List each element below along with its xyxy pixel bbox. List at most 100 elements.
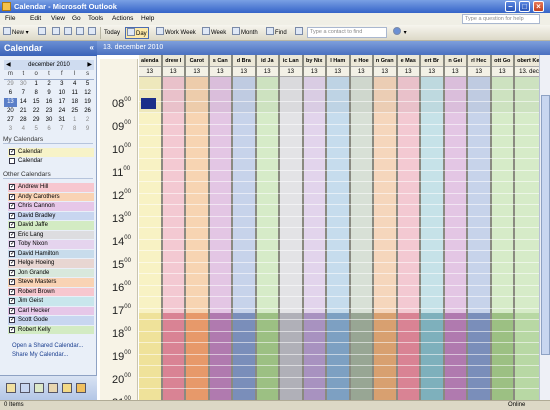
calendar-checkbox[interactable]: ✓ [9, 222, 15, 228]
after-hours-block[interactable] [233, 313, 255, 400]
calendar-checkbox[interactable]: ✓ [9, 250, 15, 257]
before-hours-block[interactable] [327, 77, 349, 113]
after-hours-block[interactable] [139, 313, 161, 400]
folder-list-icon[interactable] [76, 383, 86, 393]
calendar-list-item[interactable]: ✓ Helge Hoeing [8, 259, 94, 268]
mini-calendar-day[interactable]: 3 [55, 80, 68, 89]
column-owner-name[interactable]: ert Br [421, 55, 443, 67]
contact-search-input[interactable]: Type a contact to find [307, 27, 387, 38]
calendar-checkbox[interactable]: ✓ [9, 203, 15, 209]
calendar-checkbox[interactable]: ✓ [9, 260, 15, 266]
mini-calendar-day[interactable]: 2 [43, 80, 56, 89]
mini-calendar-day[interactable]: 13 [4, 98, 17, 107]
after-hours-block[interactable] [421, 313, 443, 400]
column-owner-name[interactable]: l Ham [327, 55, 349, 67]
calendar-checkbox[interactable]: ✓ [9, 288, 15, 295]
mini-calendar-day[interactable]: 21 [17, 107, 30, 116]
calendar-checkbox[interactable]: ✓ [9, 231, 15, 238]
after-hours-block[interactable] [162, 313, 184, 400]
mini-calendar-day[interactable]: 4 [68, 80, 81, 89]
before-hours-block[interactable] [186, 77, 208, 113]
before-hours-block[interactable] [162, 77, 184, 113]
mini-calendar-day[interactable]: 17 [55, 98, 68, 107]
new-button[interactable]: New ▾ [3, 27, 29, 39]
calendar-list-item[interactable]: ✓ Scott Gode [8, 316, 94, 325]
mini-calendar-day[interactable]: 27 [4, 116, 17, 125]
calendar-list-item[interactable]: ✓ Carl Hecker [8, 306, 94, 315]
mini-calendar-day[interactable]: 5 [30, 125, 43, 134]
calendar-list-item[interactable]: ✓ Calendar [8, 148, 94, 157]
mail-icon[interactable] [6, 383, 16, 393]
mini-calendar-day[interactable]: 19 [81, 98, 94, 107]
column-owner-name[interactable]: ott Go [491, 55, 513, 67]
calendar-list-item[interactable]: ✓ Eric Lang [8, 230, 94, 239]
mini-calendar-day[interactable]: 5 [81, 80, 94, 89]
calendar-list-item[interactable]: ✓ Andrew Hill [8, 183, 94, 192]
column-owner-name[interactable]: drew I [162, 55, 184, 67]
column-owner-name[interactable]: Carot [186, 55, 208, 67]
grid-button[interactable] [76, 27, 85, 39]
mini-calendar-day[interactable]: 22 [30, 107, 43, 116]
mini-calendar-day[interactable]: 1 [68, 116, 81, 125]
vertical-scrollbar[interactable] [539, 55, 550, 400]
before-hours-block[interactable] [209, 77, 231, 113]
before-hours-block[interactable] [233, 77, 255, 113]
mini-calendar-day[interactable]: 28 [17, 116, 30, 125]
calendar-checkbox[interactable]: ✓ [9, 298, 15, 304]
before-hours-block[interactable] [374, 77, 396, 113]
calendar-checkbox[interactable]: ✓ [9, 269, 15, 276]
delete-button[interactable] [64, 27, 73, 39]
calendar-checkbox[interactable]: ✓ [9, 241, 15, 247]
calendar-checkbox[interactable]: ✓ [9, 317, 15, 323]
mini-calendar-day[interactable]: 15 [30, 98, 43, 107]
after-hours-block[interactable] [491, 313, 513, 400]
column-owner-name[interactable]: id Ja [256, 55, 278, 67]
before-hours-block[interactable] [350, 77, 372, 113]
move-button[interactable] [52, 27, 61, 39]
mini-calendar-day[interactable]: 25 [68, 107, 81, 116]
calendar-list-item[interactable]: ✓ Jon Grande [8, 268, 94, 277]
prev-month-icon[interactable]: ◀ [6, 60, 11, 70]
mini-calendar-day[interactable]: 4 [17, 125, 30, 134]
calendar-list-item[interactable]: ✓ David Bradley [8, 211, 94, 220]
after-hours-block[interactable] [350, 313, 372, 400]
calendar-list-item[interactable]: ✓ Jim Geist [8, 297, 94, 306]
column-owner-name[interactable]: n Gran [374, 55, 396, 67]
mini-calendar-day[interactable]: 6 [4, 89, 17, 98]
calendar-list-item[interactable]: ✓ David Jaffe [8, 221, 94, 230]
after-hours-block[interactable] [374, 313, 396, 400]
calendar-checkbox[interactable]: ✓ [9, 184, 15, 190]
before-hours-block[interactable] [303, 77, 325, 113]
before-hours-block[interactable] [421, 77, 443, 113]
mini-calendar-day[interactable]: 29 [30, 116, 43, 125]
mini-calendar-day[interactable]: 11 [68, 89, 81, 98]
menu-go[interactable]: Go [72, 15, 81, 22]
calendar-list-item[interactable]: ✓ Robert Kelly [8, 325, 94, 334]
mini-calendar-day[interactable]: 16 [43, 98, 56, 107]
month-view-button[interactable]: Month [232, 27, 258, 39]
column-owner-name[interactable]: by Nix [303, 55, 325, 67]
mini-calendar-day[interactable]: 7 [55, 125, 68, 134]
collapse-nav-icon[interactable]: « [90, 43, 94, 52]
calendar-checkbox[interactable]: ✓ [9, 149, 15, 155]
mini-calendar-day[interactable]: 9 [43, 89, 56, 98]
calendar-list-item[interactable]: ✓ David Hamilton [8, 249, 94, 258]
column-owner-name[interactable]: e Mas [397, 55, 419, 67]
before-hours-block[interactable] [468, 77, 490, 113]
ask-question-input[interactable]: Type a question for help [462, 14, 540, 24]
mini-calendar-day[interactable]: 29 [4, 80, 17, 89]
week-view-button[interactable]: Week [202, 27, 226, 39]
menu-tools[interactable]: Tools [88, 15, 103, 22]
calendar-list-item[interactable]: ✓ Toby Nixon [8, 240, 94, 249]
mini-calendar-day[interactable]: 2 [81, 116, 94, 125]
scrollbar-thumb[interactable] [541, 95, 550, 355]
mini-calendar-day[interactable]: 31 [55, 116, 68, 125]
mini-calendar-day[interactable]: 6 [43, 125, 56, 134]
mini-calendar-day[interactable]: 10 [55, 89, 68, 98]
calendar-list-item[interactable]: Calendar [8, 157, 94, 166]
menu-help[interactable]: Help [141, 15, 154, 22]
calendar-list-item[interactable]: ✓ Steve Masters [8, 278, 94, 287]
after-hours-block[interactable] [468, 313, 490, 400]
before-hours-block[interactable] [491, 77, 513, 113]
selected-time-slot[interactable] [141, 98, 156, 109]
